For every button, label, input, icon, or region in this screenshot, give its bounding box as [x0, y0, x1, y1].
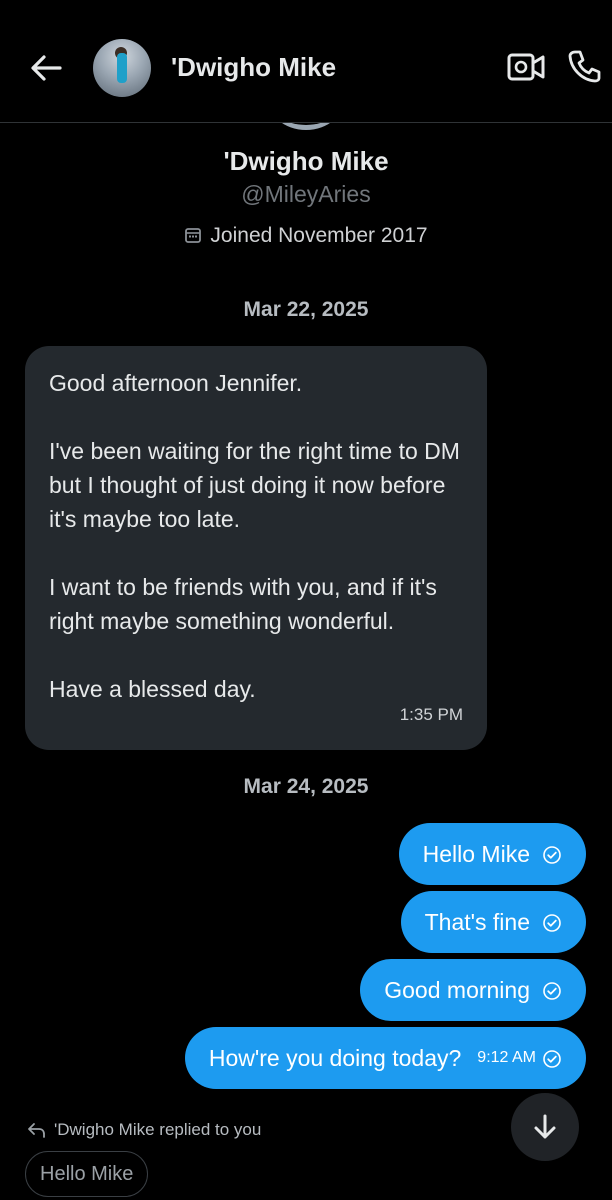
chat-header: 'Dwigho Mike	[0, 0, 612, 123]
calendar-icon	[184, 226, 202, 250]
message-text: Good morning	[384, 976, 530, 1003]
sent-check-icon	[542, 980, 562, 1000]
message-paragraph: I want to be friends with you, and if it…	[49, 574, 437, 634]
replied-message-preview[interactable]: Hello Mike	[25, 1151, 149, 1197]
conversation-title[interactable]: 'Dwigho Mike	[171, 52, 336, 83]
phone-icon	[568, 50, 601, 83]
outgoing-message[interactable]: How're you doing today? 9:12 AM	[184, 1027, 586, 1089]
message-paragraph: I've been waiting for the right time to …	[49, 438, 460, 532]
video-camera-icon	[507, 53, 545, 81]
sent-check-icon	[542, 1048, 562, 1068]
arrow-down-icon	[534, 1114, 556, 1139]
reply-notice-text: 'Dwigho Mike replied to you	[54, 1120, 262, 1139]
video-call-button[interactable]	[506, 50, 546, 84]
profile-name: 'Dwigho Mike	[223, 146, 389, 176]
message-timestamp: 9:12 AM	[477, 1049, 536, 1066]
date-separator: Mar 24, 2025	[243, 775, 369, 798]
outgoing-message[interactable]: Hello Mike	[398, 823, 586, 885]
voice-call-button[interactable]	[566, 48, 602, 84]
arrow-left-icon	[31, 55, 62, 81]
joined-date: Joined November 2017	[0, 224, 612, 250]
message-timestamp: 1:35 PM	[399, 705, 463, 724]
outgoing-message[interactable]: Good morning	[360, 959, 586, 1021]
reply-notice: 'Dwigho Mike replied to you	[26, 1120, 261, 1140]
date-separator: Mar 22, 2025	[243, 298, 369, 321]
message-text: That's fine	[424, 908, 530, 935]
message-paragraph: Good afternoon Jennifer.	[49, 370, 303, 396]
avatar[interactable]	[93, 39, 151, 97]
incoming-message[interactable]: Good afternoon Jennifer. I've been waiti…	[25, 346, 487, 750]
profile-handle: @MileyAries	[241, 181, 371, 207]
scroll-to-bottom-button[interactable]	[511, 1093, 579, 1161]
message-text: Hello Mike	[422, 840, 530, 867]
reply-arrow-icon	[28, 1123, 45, 1138]
sent-check-icon	[542, 844, 562, 864]
outgoing-message[interactable]: That's fine	[400, 891, 586, 953]
message-text: How're you doing today?	[208, 1044, 462, 1071]
joined-text: Joined November 2017	[210, 224, 428, 247]
sent-check-icon	[542, 912, 562, 932]
back-button[interactable]	[26, 50, 66, 86]
